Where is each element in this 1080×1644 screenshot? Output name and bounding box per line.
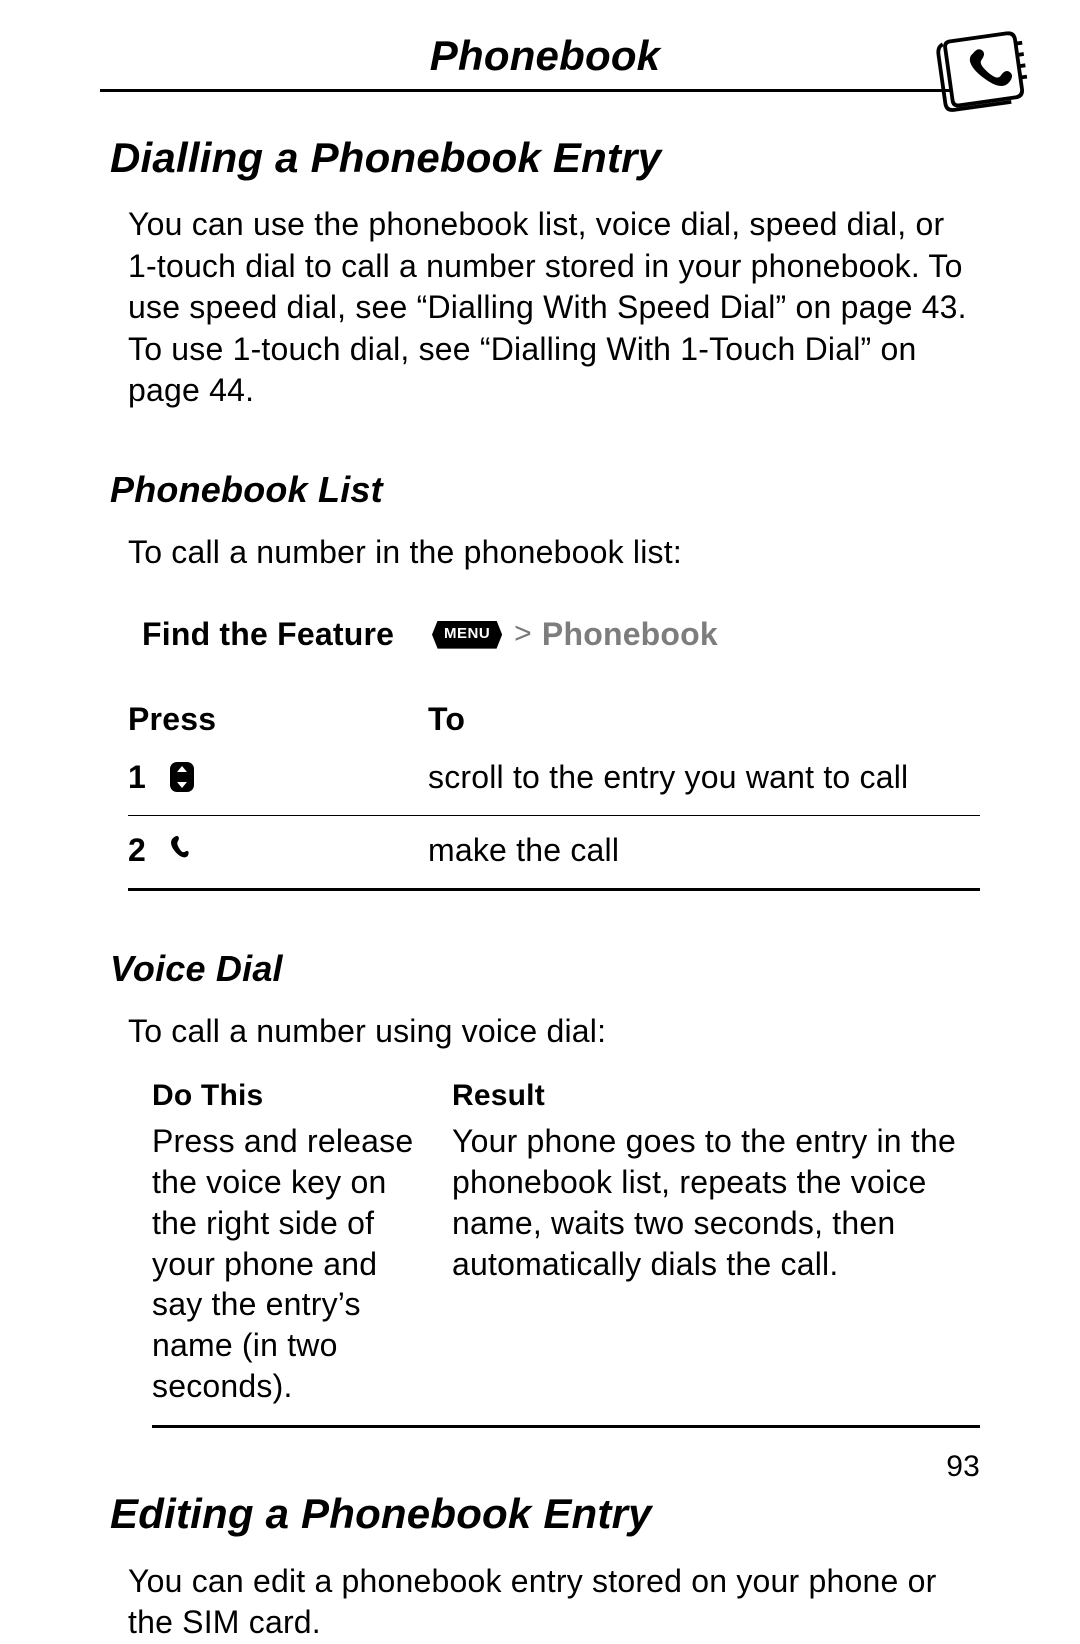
header-rule bbox=[100, 89, 990, 92]
step-number: 2 bbox=[128, 830, 168, 870]
do-this-header: Do This bbox=[152, 1077, 452, 1115]
step-number: 1 bbox=[128, 757, 168, 797]
press-to-table: Press To 1 scroll to the entry you want … bbox=[128, 699, 980, 891]
page-number: 93 bbox=[946, 1448, 980, 1486]
paragraph-dialling-intro: You can use the phonebook list, voice di… bbox=[128, 204, 980, 412]
menu-key-icon: MENU bbox=[432, 621, 502, 649]
call-key-icon bbox=[168, 833, 194, 867]
table-row: 2 make the call bbox=[128, 815, 980, 888]
find-the-feature-label: Find the Feature bbox=[142, 614, 432, 654]
step-description: make the call bbox=[428, 830, 980, 870]
paragraph-voice-dial-intro: To call a number using voice dial: bbox=[128, 1011, 980, 1053]
step-description: scroll to the entry you want to call bbox=[428, 757, 980, 797]
table-row: 1 scroll to the entry you want to call bbox=[128, 747, 980, 815]
breadcrumb-separator: > bbox=[514, 615, 532, 653]
scroll-key-icon bbox=[168, 760, 196, 794]
page-header-title: Phonebook bbox=[100, 30, 990, 83]
heading-editing: Editing a Phonebook Entry bbox=[110, 1488, 980, 1541]
press-header: Press bbox=[128, 699, 428, 739]
result-header: Result bbox=[452, 1077, 980, 1115]
to-header: To bbox=[428, 699, 980, 739]
heading-dialling: Dialling a Phonebook Entry bbox=[110, 132, 980, 185]
do-this-cell: Press and release the voice key on the r… bbox=[152, 1121, 452, 1408]
do-this-result-table: Do This Result Press and release the voi… bbox=[152, 1077, 980, 1428]
page-header: Phonebook bbox=[100, 30, 990, 83]
paragraph-phonebook-list-intro: To call a number in the phonebook list: bbox=[128, 532, 980, 574]
paragraph-editing-intro: You can edit a phonebook entry stored on… bbox=[128, 1561, 980, 1644]
heading-voice-dial: Voice Dial bbox=[110, 946, 980, 991]
menu-item-phonebook: Phonebook bbox=[542, 614, 718, 654]
heading-phonebook-list: Phonebook List bbox=[110, 467, 980, 512]
find-the-feature-row: Find the Feature MENU > Phonebook bbox=[142, 614, 980, 654]
result-cell: Your phone goes to the entry in the phon… bbox=[452, 1121, 980, 1408]
phonebook-section-icon bbox=[935, 20, 1030, 115]
